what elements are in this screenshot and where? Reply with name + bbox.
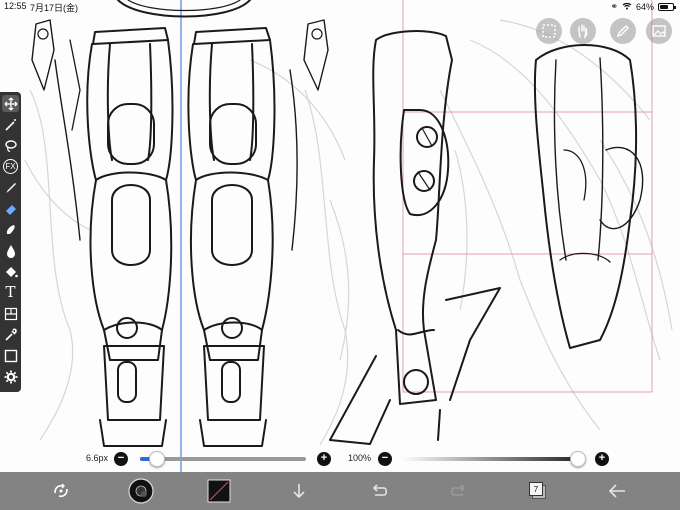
brush-size-knob[interactable] bbox=[148, 451, 165, 467]
layer-count: 7 bbox=[533, 484, 539, 494]
brush-size-decrease-button[interactable]: − bbox=[114, 452, 128, 466]
link-icon: ⚭ bbox=[610, 1, 618, 11]
redo-button[interactable] bbox=[448, 480, 470, 502]
eyedropper-icon bbox=[4, 328, 17, 341]
line-art bbox=[24, 0, 673, 472]
pen-button[interactable] bbox=[610, 18, 636, 44]
pen-icon bbox=[616, 25, 629, 38]
image-button[interactable] bbox=[646, 18, 672, 44]
battery-percent: 64% bbox=[635, 1, 654, 12]
undo-button[interactable] bbox=[368, 480, 390, 502]
hand-button[interactable] bbox=[570, 18, 596, 44]
brush-opacity-label: 100% bbox=[348, 453, 372, 463]
status-time: 12:55 bbox=[4, 1, 27, 11]
frame-divider-icon bbox=[4, 307, 17, 320]
brush-size-label: 6.6px bbox=[86, 453, 109, 463]
back-button[interactable] bbox=[606, 480, 628, 502]
brush-preview-icon bbox=[128, 478, 154, 504]
layers-button[interactable]: 7 bbox=[526, 480, 550, 502]
filter-label: FX bbox=[3, 159, 18, 174]
tool-brush[interactable] bbox=[2, 179, 19, 196]
arrow-left-icon bbox=[608, 484, 625, 498]
tool-eyedropper[interactable] bbox=[2, 326, 19, 343]
color-swatch-button[interactable] bbox=[207, 479, 231, 503]
tool-filter[interactable]: FX bbox=[2, 158, 19, 175]
brush-size-track[interactable] bbox=[140, 457, 306, 461]
tool-magic-wand[interactable] bbox=[2, 116, 19, 133]
status-date: 7月17日(金) bbox=[30, 3, 79, 13]
brush-icon bbox=[5, 182, 16, 193]
magic-wand-icon bbox=[4, 118, 16, 131]
blur-icon bbox=[6, 244, 15, 258]
status-bar: 12:55 7月17日(金) ⚭ 64% bbox=[0, 0, 680, 14]
tool-fill[interactable] bbox=[2, 263, 19, 280]
canvas-icon bbox=[4, 349, 17, 362]
hand-icon bbox=[578, 24, 588, 39]
brush-opacity-increase-button[interactable]: + bbox=[595, 452, 609, 466]
stabilizer-button[interactable] bbox=[50, 480, 72, 502]
tool-smudge[interactable] bbox=[2, 221, 19, 238]
brush-opacity-track[interactable] bbox=[402, 457, 582, 461]
battery-icon bbox=[658, 2, 676, 11]
tool-text[interactable]: T bbox=[2, 284, 19, 301]
smudge-icon bbox=[6, 224, 15, 234]
eraser-icon bbox=[5, 204, 16, 215]
move-icon bbox=[4, 97, 17, 110]
undo-icon bbox=[372, 484, 388, 496]
brush-opacity-knob[interactable] bbox=[570, 451, 586, 467]
color-swatch-icon bbox=[207, 479, 231, 503]
status-indicators: ⚭ 64% bbox=[610, 1, 676, 12]
brush-opacity-decrease-button[interactable]: − bbox=[378, 452, 392, 466]
tool-eraser[interactable] bbox=[2, 200, 19, 217]
text-label: T bbox=[5, 283, 16, 301]
settings-icon bbox=[4, 370, 17, 383]
bottom-bar: 7 bbox=[0, 472, 680, 510]
tool-frame-divider[interactable] bbox=[2, 305, 19, 322]
arrow-down-icon bbox=[293, 484, 305, 499]
download-button[interactable] bbox=[288, 480, 310, 502]
tool-canvas[interactable] bbox=[2, 347, 19, 364]
fill-icon bbox=[5, 266, 18, 277]
selection-button[interactable] bbox=[536, 18, 562, 44]
lasso-icon bbox=[4, 139, 17, 152]
layers-icon: 7 bbox=[529, 482, 547, 500]
selection-icon bbox=[542, 24, 556, 38]
stabilizer-icon bbox=[54, 483, 68, 498]
drawing-canvas[interactable] bbox=[0, 0, 680, 472]
wifi-icon bbox=[622, 2, 632, 12]
battery-fill bbox=[660, 4, 668, 9]
brush-size-increase-button[interactable]: + bbox=[317, 452, 331, 466]
brush-preview-button[interactable] bbox=[128, 478, 154, 504]
tool-blur[interactable] bbox=[2, 242, 19, 259]
image-icon bbox=[652, 25, 666, 37]
tool-move[interactable] bbox=[2, 95, 19, 112]
left-toolbar: FX T bbox=[0, 92, 21, 392]
tool-lasso[interactable] bbox=[2, 137, 19, 154]
redo-icon bbox=[450, 484, 466, 496]
tool-settings[interactable] bbox=[2, 368, 19, 385]
